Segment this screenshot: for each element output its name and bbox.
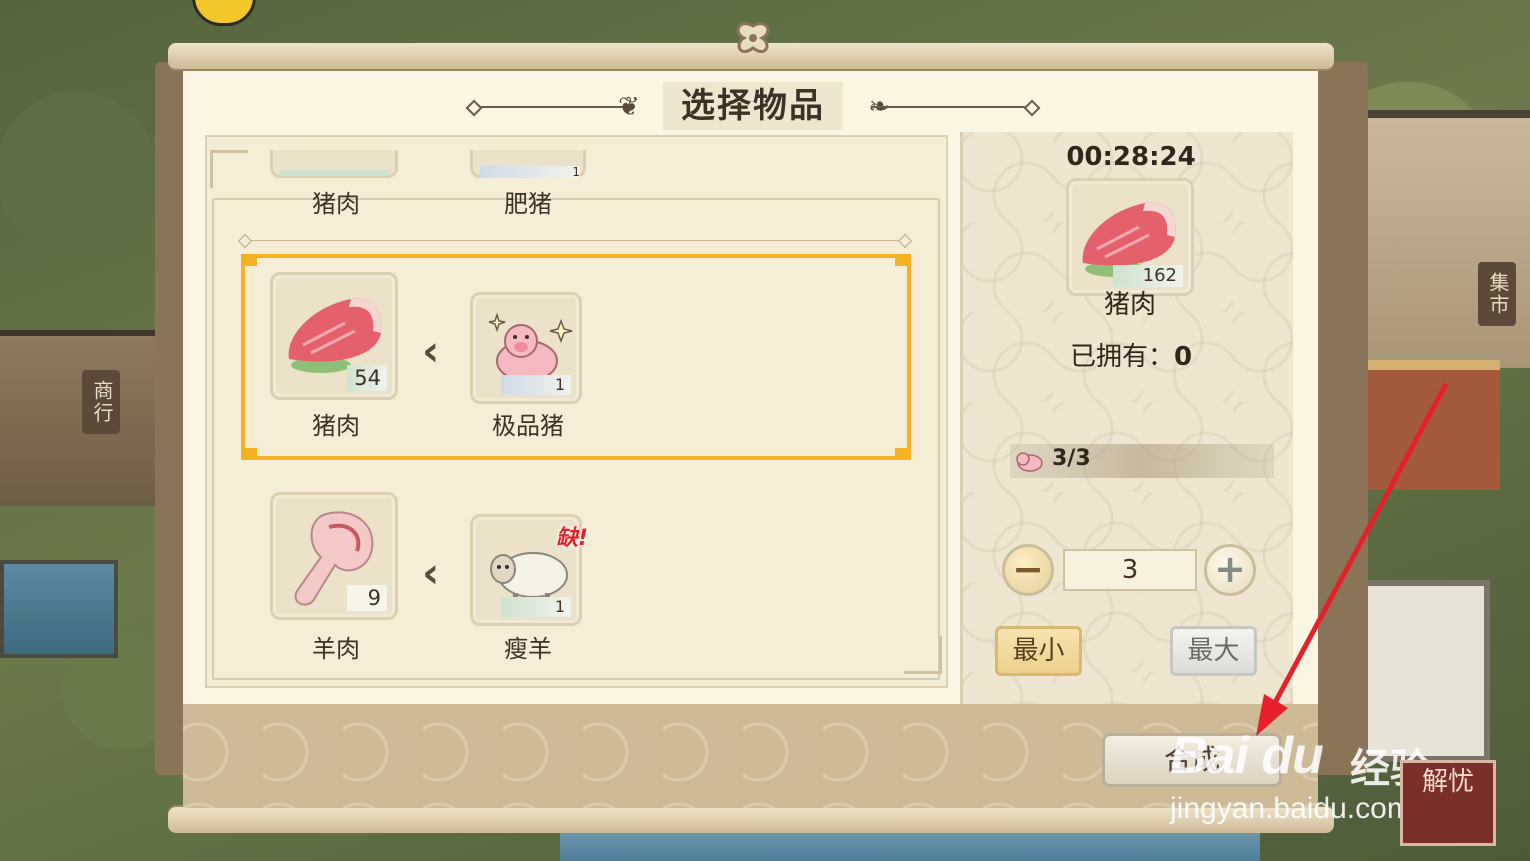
min-button[interactable]: 最小: [995, 626, 1082, 676]
pork-output-name: 猪肉: [312, 412, 360, 440]
partial-output-name: 猪肉: [312, 190, 360, 218]
seal-stamp[interactable]: 解忧: [1400, 760, 1496, 846]
pond: [0, 560, 118, 658]
selection-corner: [243, 448, 257, 458]
selection-corner: [895, 256, 909, 266]
selection-corner: [895, 448, 909, 458]
capacity-bar: [1010, 444, 1274, 478]
premium-pig-count: 1: [501, 375, 571, 395]
dialog-title-bar: ❦ 选择物品 ❧: [465, 80, 1041, 134]
capacity-value: 3/3: [1052, 446, 1091, 471]
partial-output-slot[interactable]: [270, 150, 398, 178]
pig-icon: [1016, 452, 1043, 472]
market-building[interactable]: [1340, 110, 1530, 368]
craft-button[interactable]: 合成: [1102, 733, 1282, 787]
row-divider: [244, 240, 906, 241]
chevron-left-icon: ‹: [422, 326, 440, 375]
title-ornament: [465, 99, 483, 117]
premium-pig-name: 极品猪: [492, 412, 564, 440]
pork-icon: [288, 298, 382, 373]
chevron-left-icon: ‹: [422, 548, 440, 597]
detail-item-slot: 162: [1066, 178, 1194, 296]
premium-pig-input-slot[interactable]: 1: [470, 292, 582, 404]
mutton-output-name: 羊肉: [312, 635, 360, 663]
shortage-badge: 缺!: [556, 526, 589, 551]
partial-input-count: 1: [480, 166, 580, 178]
owned-label: 已拥有：: [1069, 342, 1174, 372]
scroll-roll-bottom: [168, 807, 1334, 833]
decrease-button[interactable]: −: [1002, 544, 1054, 596]
corner-ornament: [210, 150, 248, 188]
partial-input-slot[interactable]: 1: [470, 150, 598, 178]
trading-house-building[interactable]: [0, 330, 160, 506]
corner-ornament: [904, 636, 942, 674]
quantity-field[interactable]: 3: [1063, 549, 1197, 591]
sheep-count: 1: [501, 597, 571, 617]
mutton-count: 9: [347, 585, 387, 611]
owned-quantity: 已拥有：0: [1026, 336, 1236, 373]
detail-item-name: 猪肉: [1103, 290, 1156, 320]
max-button[interactable]: 最大: [1170, 626, 1257, 676]
market-tag[interactable]: 集市: [1478, 262, 1516, 326]
selection-corner: [243, 256, 257, 266]
dialog-title: 选择物品: [663, 82, 843, 130]
mutton-output-slot[interactable]: 9: [270, 492, 398, 620]
pork-output-slot[interactable]: 54: [270, 272, 398, 400]
trading-house-tag[interactable]: 商行: [82, 370, 120, 434]
owned-value: 0: [1173, 342, 1193, 372]
title-ornament: [1023, 99, 1041, 117]
knot-ornament-icon: [736, 22, 770, 53]
title-rule: [480, 106, 635, 108]
sheep-name: 瘦羊: [504, 635, 552, 663]
swirl-icon: ❦: [618, 92, 640, 122]
increase-button[interactable]: +: [1204, 544, 1256, 596]
partial-input-name: 肥猪: [504, 190, 552, 218]
pork-count: 54: [347, 365, 387, 391]
title-rule: [871, 106, 1026, 108]
craft-timer: 00:28:24: [1066, 142, 1196, 172]
